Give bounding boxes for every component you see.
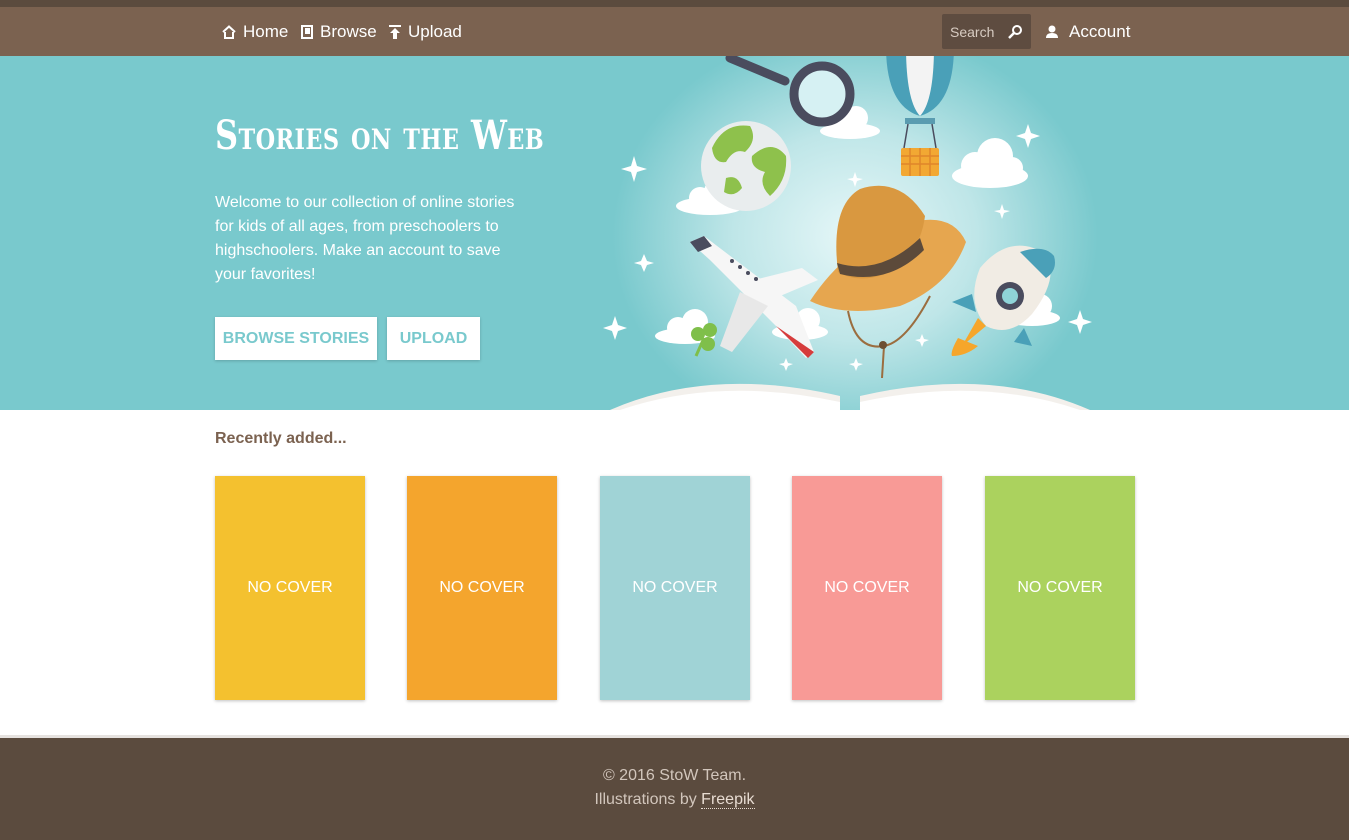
- freepik-link[interactable]: Freepik: [701, 791, 755, 809]
- search-box: [942, 14, 1031, 49]
- hero-title: Stories on the Web: [215, 112, 545, 159]
- search-input[interactable]: [950, 23, 1010, 40]
- story-card-label: NO COVER: [1017, 579, 1103, 596]
- nav-browse-label: Browse: [320, 21, 377, 41]
- footer-copyright: © 2016 StoW Team.: [602, 767, 747, 784]
- browse-stories-button[interactable]: BROWSE STORIES: [215, 317, 377, 360]
- account-link[interactable]: Account: [1046, 7, 1130, 56]
- search-icon[interactable]: [1007, 24, 1023, 40]
- nav-upload-link[interactable]: Upload: [389, 7, 462, 56]
- story-card[interactable]: NO COVER: [600, 476, 750, 700]
- nav-home-link[interactable]: Home: [222, 7, 288, 56]
- nav-upload-label: Upload: [408, 21, 462, 41]
- story-card-label: NO COVER: [824, 579, 910, 596]
- top-strip: [0, 0, 1349, 7]
- recently-added-heading: Recently added...: [215, 430, 347, 447]
- story-card-label: NO COVER: [632, 579, 718, 596]
- story-card-label: NO COVER: [439, 579, 525, 596]
- account-label: Account: [1069, 21, 1131, 41]
- hero-banner: Stories on the Web Welcome to our collec…: [0, 56, 1349, 410]
- story-card[interactable]: NO COVER: [407, 476, 557, 700]
- story-card-label: NO COVER: [247, 579, 333, 596]
- book-icon: [301, 24, 313, 39]
- nav-browse-link[interactable]: Browse: [301, 7, 377, 56]
- home-icon: [222, 24, 236, 39]
- story-card[interactable]: NO COVER: [792, 476, 942, 700]
- upload-icon: [389, 24, 401, 39]
- footer: © 2016 StoW Team. Illustrations by Freep…: [0, 735, 1349, 840]
- hero-description: Welcome to our collection of online stor…: [215, 194, 515, 283]
- user-icon: [1046, 25, 1058, 38]
- story-card[interactable]: NO COVER: [215, 476, 365, 700]
- hero-illustration: [603, 56, 1092, 410]
- story-card[interactable]: NO COVER: [985, 476, 1135, 700]
- footer-credit-prefix: Illustrations by: [594, 791, 702, 808]
- footer-credit: Illustrations by Freepik: [0, 791, 1349, 809]
- nav-home-label: Home: [243, 21, 289, 41]
- navbar: Home Browse Upload Account: [0, 7, 1349, 56]
- upload-button[interactable]: UPLOAD: [387, 317, 480, 360]
